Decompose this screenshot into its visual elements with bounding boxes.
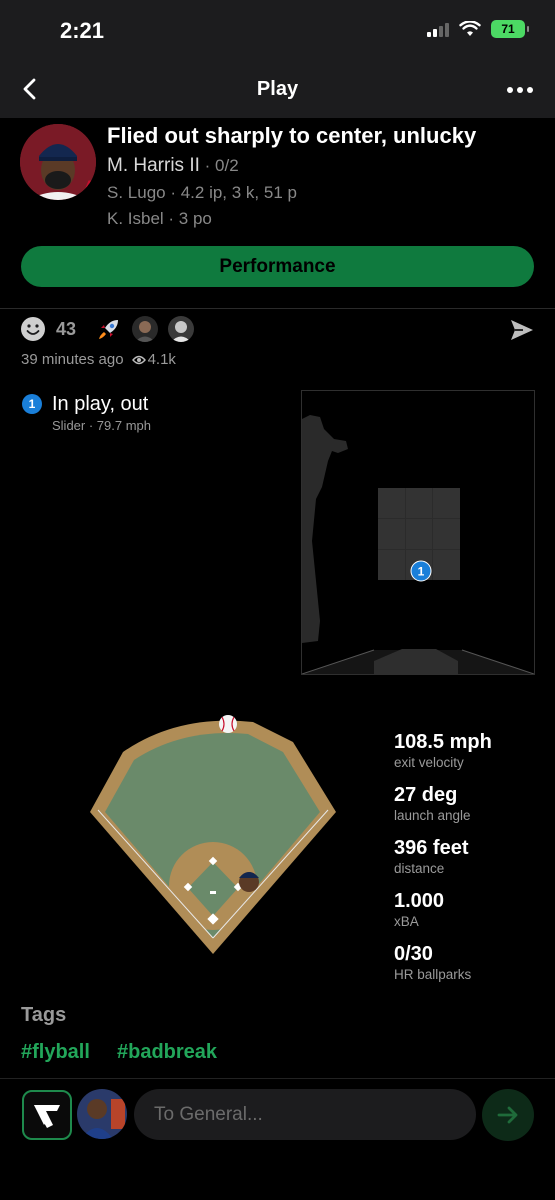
share-send-icon[interactable] xyxy=(509,318,535,342)
wifi-icon xyxy=(459,21,481,36)
baseball-icon xyxy=(219,715,237,733)
stat-hr-ballparks: 0/30 HR ballparks xyxy=(394,943,492,987)
stat-xba: 1.000 xBA xyxy=(394,890,492,934)
strike-zone-panel: 1 xyxy=(301,390,535,675)
post-meta: 39 minutes ago 4.1k xyxy=(21,351,176,368)
tag-link[interactable]: #flyball xyxy=(21,1041,90,1064)
user-avatar[interactable] xyxy=(77,1089,127,1139)
tags-heading: Tags xyxy=(21,1004,67,1026)
arrow-right-icon xyxy=(497,1106,518,1124)
page-title: Play xyxy=(256,78,299,100)
nav-bar: Play xyxy=(0,60,555,118)
reactor-avatar[interactable] xyxy=(132,316,159,342)
battery-level: 71 xyxy=(501,22,515,36)
divider xyxy=(0,308,555,309)
batted-ball-stats: 108.5 mph exit velocity 27 deg launch an… xyxy=(394,731,492,996)
stat-value: 1.000 xyxy=(394,890,445,912)
stat-launch-angle: 27 deg launch angle xyxy=(394,784,492,828)
status-icons: 71 xyxy=(427,20,529,38)
svg-text:1: 1 xyxy=(418,565,425,579)
play-headline: Flied out sharply to center, unlucky xyxy=(107,123,477,148)
stat-value: 108.5 mph xyxy=(394,731,492,753)
view-count: 4.1k xyxy=(147,351,176,368)
spray-chart-field xyxy=(90,715,336,954)
batter-line: M. Harris II · 0/2 xyxy=(107,155,239,176)
pitch-result: In play, out xyxy=(52,393,149,415)
stat-label: launch angle xyxy=(394,808,471,823)
stat-value: 27 deg xyxy=(394,784,458,806)
batter-stat: 0/2 xyxy=(215,156,239,175)
home-plate xyxy=(301,649,535,675)
stat-distance: 396 feet distance xyxy=(394,837,492,881)
pitcher-line[interactable]: S. Lugo · 4.2 ip, 3 k, 51 p xyxy=(107,183,297,203)
fielder-avatar xyxy=(239,872,259,892)
comment-input[interactable] xyxy=(134,1089,476,1140)
battery-icon: 71 xyxy=(491,20,529,38)
app-logo-button[interactable] xyxy=(22,1090,72,1140)
stat-label: distance xyxy=(394,861,445,876)
app-logo-icon xyxy=(34,1105,60,1128)
smiley-icon[interactable] xyxy=(20,316,46,342)
stat-label: HR ballparks xyxy=(394,967,472,982)
eye-icon xyxy=(131,355,146,364)
pitch-number-badge: 1 xyxy=(22,394,42,414)
stat-value: 396 feet xyxy=(394,837,469,859)
status-time: 2:21 xyxy=(60,18,105,43)
pitch-marker: 1 xyxy=(410,560,432,582)
stat-value: 0/30 xyxy=(394,943,433,965)
performance-button[interactable]: Performance xyxy=(21,246,534,287)
reactor-avatar[interactable] xyxy=(168,316,195,342)
posted-time: 39 minutes ago xyxy=(21,351,124,368)
submit-comment-button[interactable] xyxy=(482,1089,534,1141)
pitch-detail: Slider · 79.7 mph xyxy=(52,418,151,433)
fielder-line[interactable]: K. Isbel · 3 po xyxy=(107,209,212,229)
status-bar: 2:21 71 xyxy=(0,0,555,60)
ellipsis-icon[interactable] xyxy=(505,80,535,100)
player-avatar[interactable]: A xyxy=(20,124,96,200)
stat-label: xBA xyxy=(394,914,419,929)
stat-exit-velocity: 108.5 mph exit velocity xyxy=(394,731,492,775)
signal-icon xyxy=(427,21,449,37)
reaction-count: 43 xyxy=(56,318,77,339)
stat-label: exit velocity xyxy=(394,755,464,770)
rocket-icon[interactable] xyxy=(96,316,122,342)
batter-name[interactable]: M. Harris II xyxy=(107,155,200,176)
batter-silhouette xyxy=(302,415,348,643)
reaction-row: 43 xyxy=(20,316,195,342)
tag-link[interactable]: #badbreak xyxy=(117,1041,217,1064)
svg-text:A: A xyxy=(81,176,96,200)
